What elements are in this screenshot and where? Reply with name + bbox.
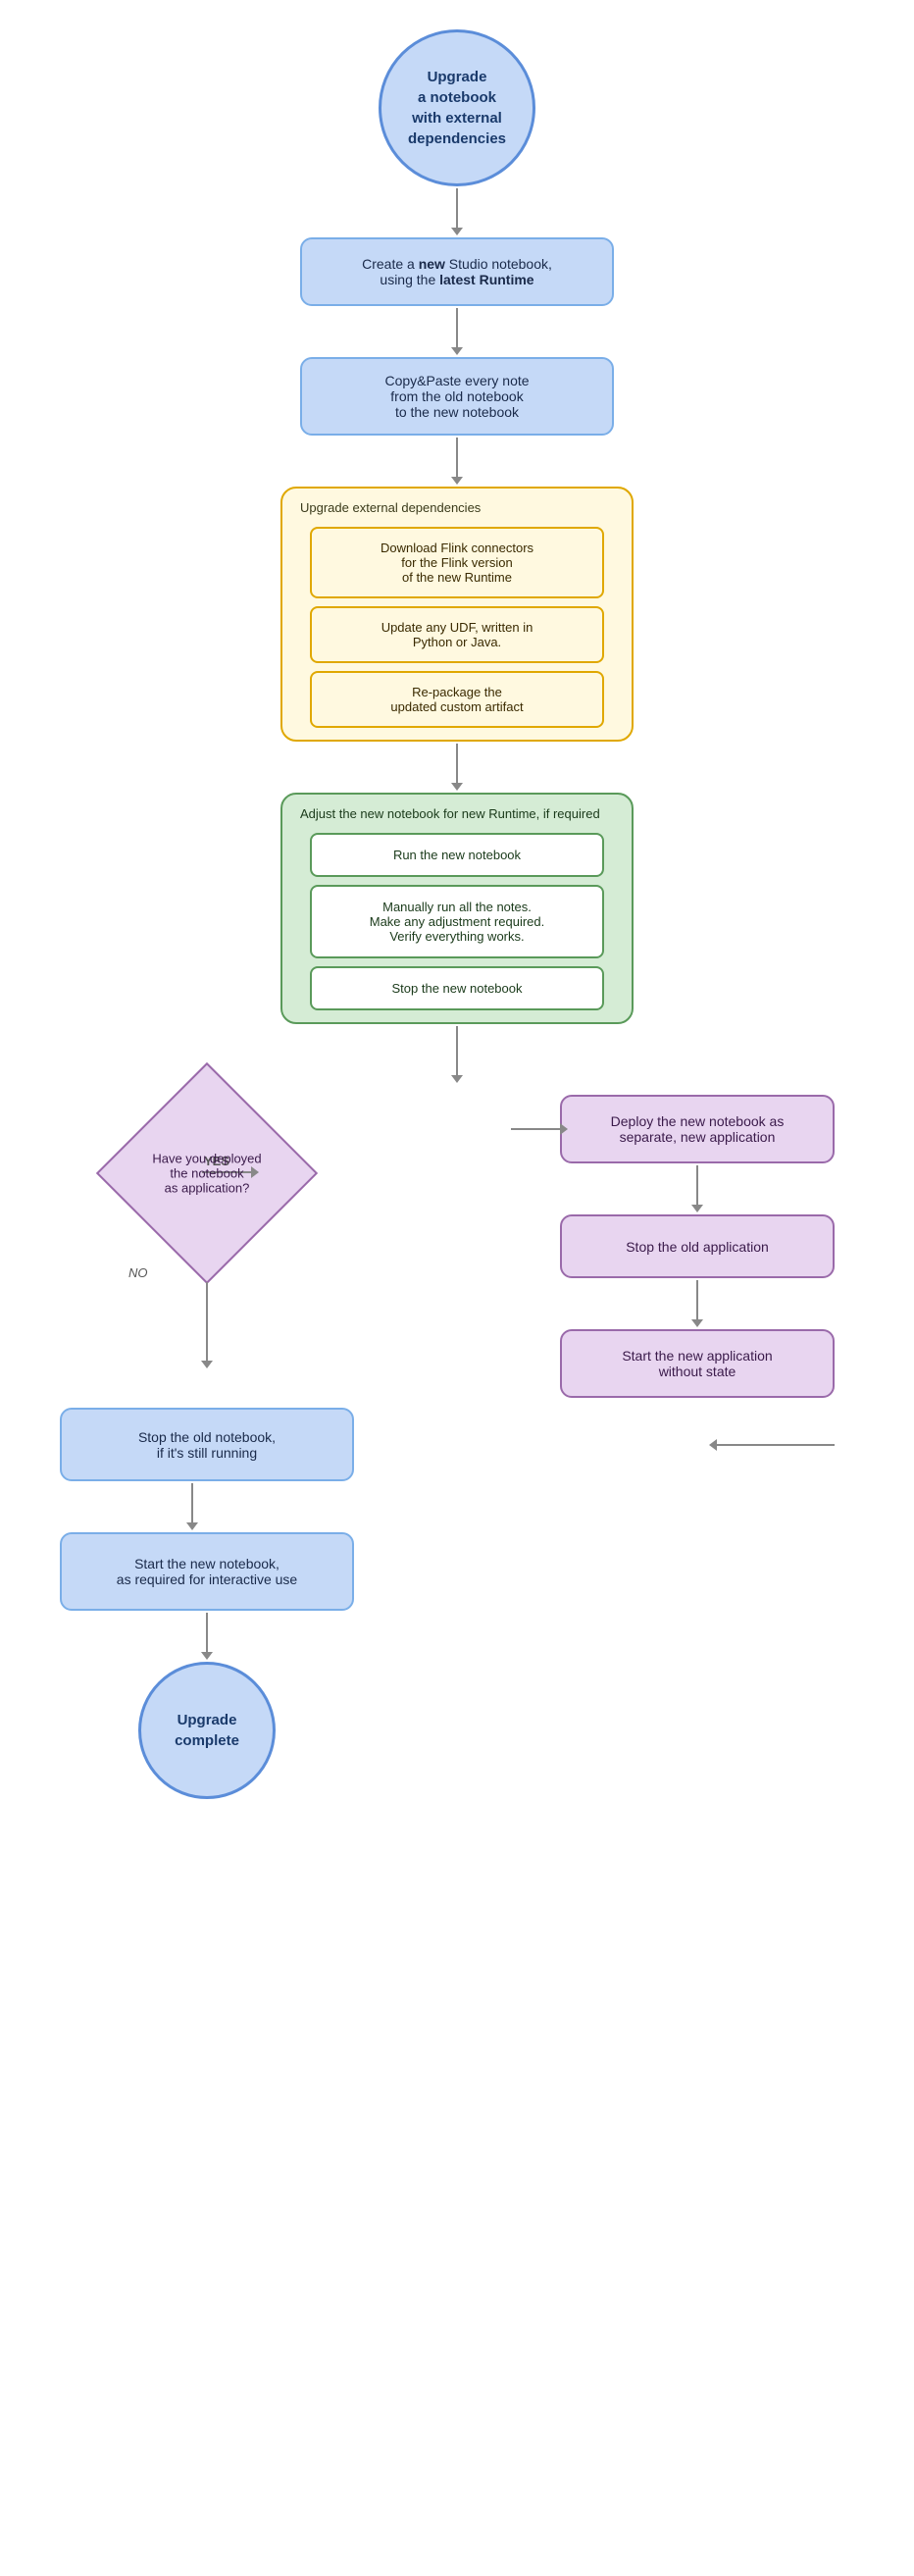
end-ellipse: Upgrade complete	[138, 1662, 276, 1799]
inner-yellow-3: Re-package the updated custom artifact	[310, 671, 604, 728]
right-step2-box: Stop the old application	[560, 1214, 835, 1278]
arrow-no	[206, 1282, 208, 1361]
inner-green-1: Run the new notebook	[310, 833, 604, 877]
arrow-1	[456, 188, 458, 228]
inner-yellow-2: Update any UDF, written in Python or Jav…	[310, 606, 604, 663]
stop-old-notebook-box: Stop the old notebook, if it's still run…	[60, 1408, 354, 1481]
arrow-r1	[696, 1165, 698, 1205]
arrow-7	[206, 1613, 208, 1652]
arrow-right-to-left	[717, 1444, 835, 1446]
inner-green-2: Manually run all the notes. Make any adj…	[310, 885, 604, 958]
step2-box: Copy&Paste every note from the old noteb…	[300, 357, 614, 436]
step2-label: Copy&Paste every note from the old noteb…	[384, 373, 529, 420]
inner-yellow-1: Download Flink connectors for the Flink …	[310, 527, 604, 598]
right-step3-box: Start the new application without state	[560, 1329, 835, 1398]
right-step1-box: Deploy the new notebook as separate, new…	[560, 1095, 835, 1163]
arrow-4	[456, 744, 458, 783]
flowchart-diagram: Upgrade a notebook with external depende…	[0, 0, 914, 1829]
inner-green-3: Stop the new notebook	[310, 966, 604, 1010]
arrow-5	[456, 1026, 458, 1075]
arrow-r2	[696, 1280, 698, 1319]
arrow-2	[456, 308, 458, 347]
start-ellipse: Upgrade a notebook with external depende…	[379, 29, 535, 186]
outer-green-box: Adjust the new notebook for new Runtime,…	[280, 793, 634, 1024]
start-new-notebook-box: Start the new notebook, as required for …	[60, 1532, 354, 1611]
diamond-label: Have you deployed the notebook as applic…	[148, 1152, 266, 1196]
step1-label: Create a new Studio notebook,using the l…	[362, 256, 552, 287]
diamond-container: Have you deployed the notebook as applic…	[119, 1085, 295, 1262]
step1-box: Create a new Studio notebook,using the l…	[300, 237, 614, 306]
outer-yellow-label: Upgrade external dependencies	[296, 500, 481, 515]
arrow-3	[456, 438, 458, 477]
no-label: NO	[128, 1265, 148, 1280]
arrow-yes-to-deploy	[511, 1128, 560, 1130]
outer-yellow-box: Upgrade external dependencies Download F…	[280, 487, 634, 742]
outer-green-label: Adjust the new notebook for new Runtime,…	[296, 806, 600, 821]
arrow-6	[191, 1483, 193, 1522]
